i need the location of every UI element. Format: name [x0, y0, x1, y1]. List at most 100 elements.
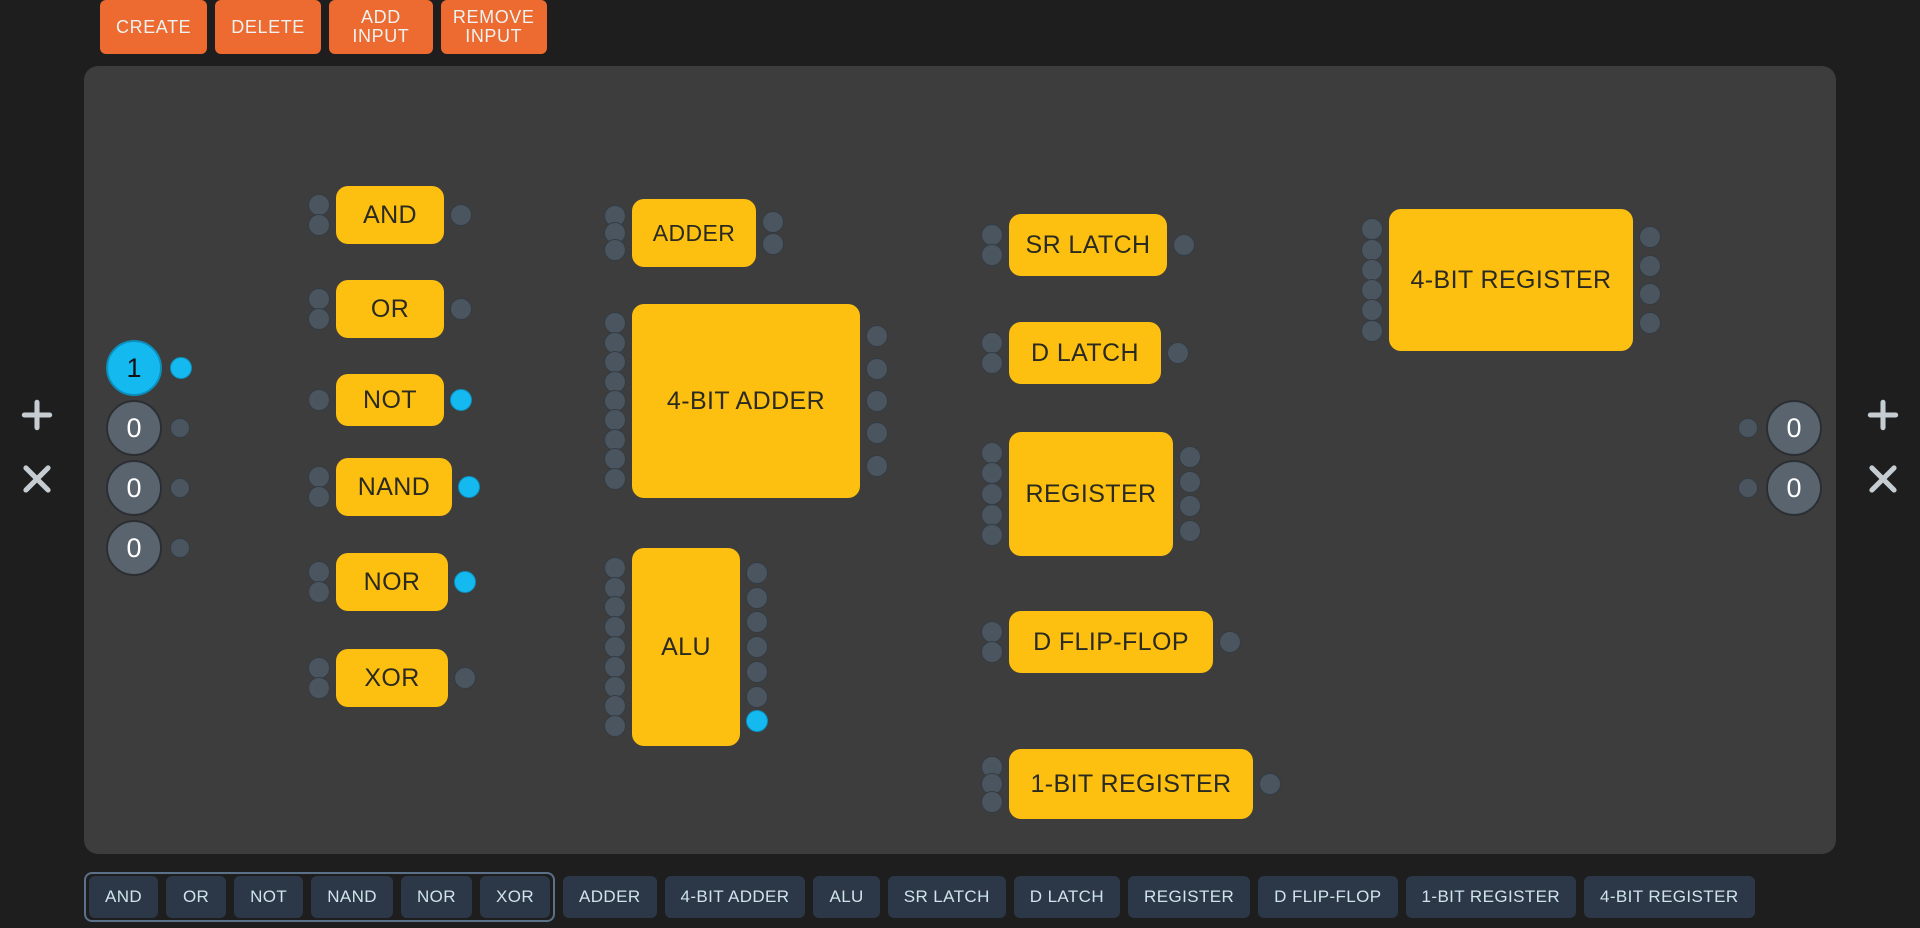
palette-nor[interactable]: NOR: [400, 876, 472, 918]
input-pin[interactable]: [604, 655, 626, 678]
input-pin[interactable]: [604, 576, 626, 599]
input-pin[interactable]: [604, 715, 626, 738]
palette-4bit-register[interactable]: 4-BIT REGISTER: [1584, 876, 1755, 918]
input-pin[interactable]: [981, 244, 1003, 267]
block-1-bit-register[interactable]: 1-BIT REGISTER: [1009, 749, 1253, 819]
output-pin[interactable]: [866, 357, 888, 380]
palette-nand[interactable]: NAND: [311, 876, 393, 918]
block-4-bit-register[interactable]: 4-BIT REGISTER: [1389, 209, 1633, 351]
output-pin[interactable]: [1167, 342, 1189, 364]
input-node[interactable]: 0: [106, 520, 190, 576]
input-pin[interactable]: [604, 556, 626, 579]
block-alu[interactable]: ALU: [632, 548, 740, 746]
output-node[interactable]: 0: [1738, 460, 1822, 516]
block-and[interactable]: AND: [336, 186, 444, 244]
close-icon[interactable]: [1864, 460, 1902, 498]
input-pin[interactable]: [604, 675, 626, 698]
input-pin[interactable]: [1361, 319, 1383, 342]
output-pin[interactable]: [746, 586, 768, 609]
output-pin[interactable]: [1259, 773, 1281, 795]
output-pin[interactable]: [458, 476, 480, 498]
block-or[interactable]: OR: [336, 280, 444, 338]
palette-alu[interactable]: ALU: [813, 876, 880, 918]
output-pin[interactable]: [1179, 445, 1201, 468]
output-pin[interactable]: [454, 667, 476, 689]
output-pin[interactable]: [1639, 254, 1661, 277]
block-d-latch[interactable]: D LATCH: [1009, 322, 1161, 384]
input-node-pin[interactable]: [170, 538, 190, 558]
input-pin[interactable]: [604, 448, 626, 471]
palette-4bit-adder[interactable]: 4-BIT ADDER: [664, 876, 806, 918]
output-pin[interactable]: [1179, 495, 1201, 518]
input-pin[interactable]: [981, 503, 1003, 526]
input-pin[interactable]: [981, 462, 1003, 485]
output-pin[interactable]: [454, 571, 476, 593]
input-pin[interactable]: [981, 641, 1003, 664]
palette-not[interactable]: NOT: [234, 876, 304, 918]
output-node-pin[interactable]: [1738, 478, 1758, 498]
block-d-flip-flop[interactable]: D FLIP-FLOP: [1009, 611, 1213, 673]
input-pin[interactable]: [308, 580, 330, 603]
delete-button[interactable]: DELETE: [215, 0, 321, 54]
output-pin[interactable]: [746, 636, 768, 658]
palette-and[interactable]: AND: [89, 876, 159, 918]
output-node-pin[interactable]: [1738, 418, 1758, 438]
circuit-canvas[interactable]: AND OR NOT NAND NOR XOR ADDER 4-BIT ADDER ALU SR …: [84, 66, 1836, 854]
input-pin[interactable]: [1361, 299, 1383, 322]
output-pin[interactable]: [1639, 311, 1661, 334]
output-node[interactable]: 0: [1738, 400, 1822, 456]
input-pin[interactable]: [981, 441, 1003, 464]
palette-d-flip-flop[interactable]: D FLIP-FLOP: [1258, 876, 1398, 918]
block-not[interactable]: NOT: [336, 374, 444, 426]
input-pin[interactable]: [981, 223, 1003, 246]
output-pin[interactable]: [450, 204, 472, 226]
input-pin[interactable]: [981, 331, 1003, 354]
input-pin[interactable]: [604, 596, 626, 619]
output-pin[interactable]: [1219, 631, 1241, 653]
input-pin[interactable]: [308, 485, 330, 508]
input-pin[interactable]: [604, 351, 626, 374]
close-icon[interactable]: [18, 460, 56, 498]
output-pin[interactable]: [1639, 226, 1661, 249]
output-pin[interactable]: [866, 422, 888, 445]
input-node[interactable]: 0: [106, 400, 190, 456]
output-pin[interactable]: [1179, 520, 1201, 543]
create-button[interactable]: CREATE: [100, 0, 208, 54]
output-pin[interactable]: [1639, 283, 1661, 306]
output-pin[interactable]: [746, 660, 768, 683]
output-pin[interactable]: [450, 298, 472, 320]
block-xor[interactable]: XOR: [336, 649, 448, 707]
palette-sr-latch[interactable]: SR LATCH: [887, 876, 1006, 918]
input-pin[interactable]: [1361, 238, 1383, 261]
output-pin[interactable]: [746, 611, 768, 634]
input-pin[interactable]: [1361, 279, 1383, 302]
input-pin[interactable]: [981, 620, 1003, 643]
input-node-pin[interactable]: [170, 478, 190, 498]
input-node[interactable]: 1: [106, 340, 192, 396]
input-pin[interactable]: [308, 213, 330, 236]
plus-icon[interactable]: [18, 396, 56, 434]
palette-register[interactable]: REGISTER: [1128, 876, 1251, 918]
input-pin[interactable]: [308, 389, 330, 411]
palette-adder[interactable]: ADDER: [563, 876, 657, 918]
add-input-button[interactable]: ADD INPUT: [328, 0, 433, 54]
palette-or[interactable]: OR: [166, 876, 227, 918]
output-pin[interactable]: [1173, 234, 1195, 256]
block-nand[interactable]: NAND: [336, 458, 452, 516]
plus-icon[interactable]: [1864, 396, 1902, 434]
remove-input-button[interactable]: REMOVE INPUT: [440, 0, 547, 54]
input-pin[interactable]: [981, 352, 1003, 375]
input-toggle[interactable]: 0: [106, 400, 162, 456]
input-pin[interactable]: [981, 483, 1003, 505]
output-pin[interactable]: [1179, 470, 1201, 493]
input-pin[interactable]: [981, 524, 1003, 547]
output-pin[interactable]: [866, 390, 888, 412]
input-pin[interactable]: [1361, 218, 1383, 241]
block-4-bit-adder[interactable]: 4-BIT ADDER: [632, 304, 860, 498]
input-node[interactable]: 0: [106, 460, 190, 516]
input-pin[interactable]: [308, 307, 330, 330]
input-toggle[interactable]: 0: [106, 520, 162, 576]
block-register[interactable]: REGISTER: [1009, 432, 1173, 556]
output-pin[interactable]: [746, 561, 768, 584]
output-pin[interactable]: [762, 233, 784, 256]
